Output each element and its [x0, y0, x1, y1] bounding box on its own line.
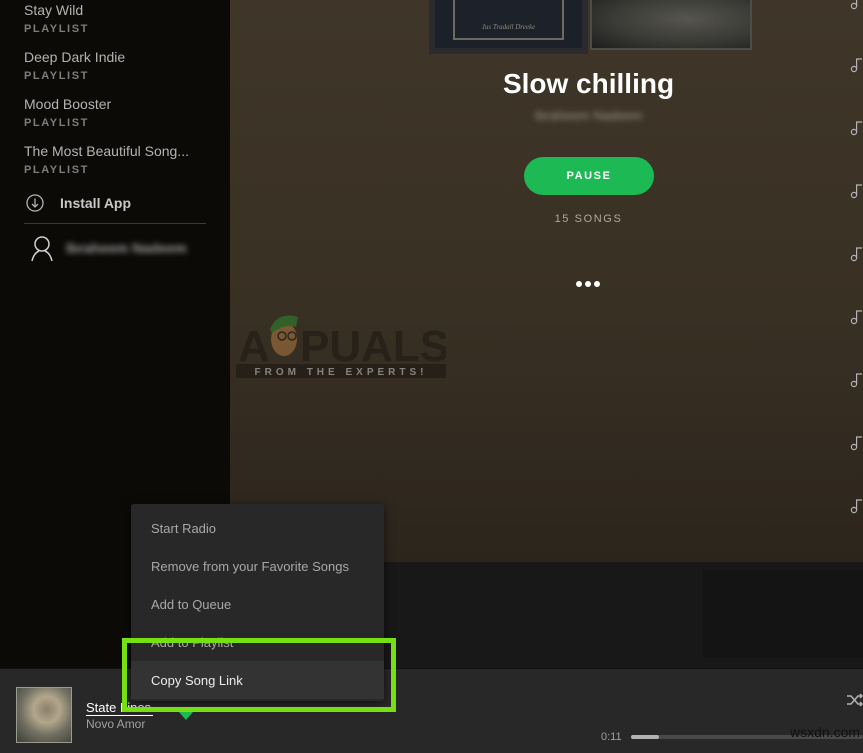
dot-icon: [594, 281, 600, 287]
lower-panel: [703, 570, 863, 658]
playlist-type: PLAYLIST: [24, 117, 89, 129]
sidebar-playlist-item[interactable]: Stay Wild PLAYLIST: [24, 2, 89, 35]
playlist-type: PLAYLIST: [24, 70, 89, 82]
dot-icon: [576, 281, 582, 287]
download-circle-icon: [26, 194, 44, 212]
menu-item-remove-favorite[interactable]: Remove from your Favorite Songs: [131, 547, 384, 585]
install-app-label: Install App: [60, 195, 132, 211]
appuals-watermark-logo: A PUALS FROM THE EXPERTS!: [236, 315, 446, 378]
more-options-button[interactable]: [576, 281, 600, 287]
music-note-icon: [850, 121, 862, 136]
site-watermark: wsxdn.com: [790, 724, 861, 740]
music-note-icon: [850, 247, 862, 262]
menu-item-start-radio[interactable]: Start Radio: [131, 509, 384, 547]
svg-text:PUALS: PUALS: [300, 322, 446, 371]
album-art-left: Jus Tradall Dreeke: [429, 0, 588, 54]
playlist-type: PLAYLIST: [24, 164, 89, 176]
songs-count: 15 SONGS: [554, 213, 623, 225]
watermark-tagline: FROM THE EXPERTS!: [254, 367, 427, 378]
music-note-icon: [850, 184, 862, 199]
playlist-type: PLAYLIST: [24, 23, 89, 35]
sidebar-playlist-item[interactable]: Mood Booster PLAYLIST: [24, 96, 111, 129]
playlist-view: Jus Tradall Dreeke Slow chilling Ibrahee…: [230, 0, 863, 562]
music-note-icon: [850, 436, 862, 451]
playlist-name: Mood Booster: [24, 96, 112, 112]
menu-item-add-to-queue[interactable]: Add to Queue: [131, 585, 384, 623]
dot-icon: [585, 281, 591, 287]
elapsed-time: 0:11: [601, 731, 622, 743]
album-art-right: [590, 0, 752, 50]
context-menu: Start Radio Remove from your Favorite So…: [131, 504, 384, 701]
music-note-icon: [850, 58, 862, 73]
music-note-icon: [850, 373, 862, 388]
playlist-name: Deep Dark Indie: [24, 49, 126, 65]
now-playing-cover[interactable]: [16, 687, 72, 743]
menu-caret-icon: [179, 712, 193, 720]
now-playing-artist[interactable]: Novo Amor: [86, 717, 145, 731]
playlist-title: Slow chilling: [502, 68, 675, 99]
music-note-icon: [850, 499, 862, 514]
menu-item-add-to-playlist[interactable]: Add to Playlist: [131, 623, 384, 661]
album-art-caption: Jus Tradall Dreeke: [481, 23, 536, 31]
playlist-name: The Most Beautiful Song...: [24, 143, 189, 159]
playlist-name: Stay Wild: [24, 2, 84, 18]
now-playing-title[interactable]: State Lines: [86, 700, 154, 716]
playlist-owner[interactable]: Ibraheem Nadeem: [230, 108, 863, 123]
shuffle-icon[interactable]: [846, 693, 863, 707]
music-note-icon: [850, 310, 862, 325]
pause-button[interactable]: PAUSE: [524, 157, 654, 195]
sidebar-playlist-item[interactable]: The Most Beautiful Song... PLAYLIST: [24, 143, 189, 176]
music-note-icon: [850, 0, 858, 10]
now-playing-bar: State Lines Novo Amor 0:11 wsxdn.com: [0, 668, 863, 753]
svg-text:A: A: [238, 322, 270, 371]
sidebar-playlist-item[interactable]: Deep Dark Indie PLAYLIST: [24, 49, 125, 82]
menu-item-copy-song-link[interactable]: Copy Song Link: [131, 661, 384, 699]
user-profile[interactable]: Ibraheem Nadeem: [30, 234, 187, 262]
install-app-button[interactable]: Install App: [24, 192, 131, 214]
user-name: Ibraheem Nadeem: [66, 240, 187, 256]
user-icon: [31, 236, 53, 262]
progress-fill: [631, 735, 659, 739]
sidebar-divider: [24, 223, 206, 224]
mascot-icon: [270, 315, 298, 356]
